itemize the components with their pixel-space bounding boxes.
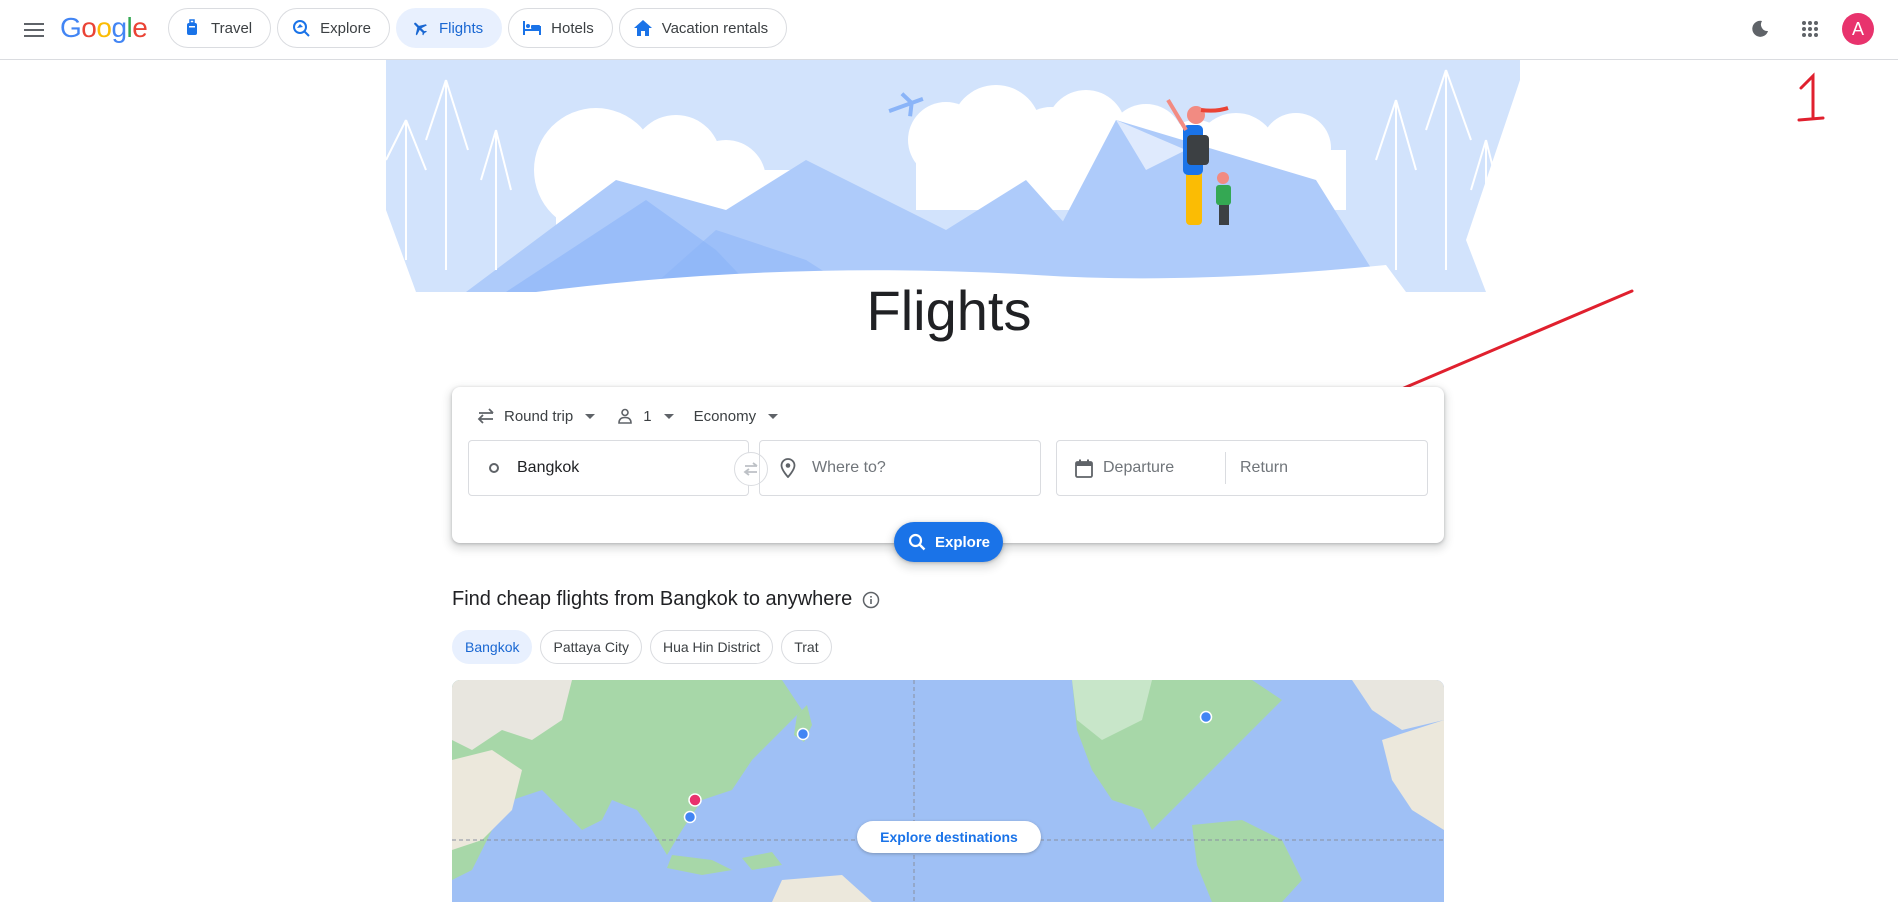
tab-flights-label: Flights bbox=[438, 19, 484, 37]
hotel-icon bbox=[523, 19, 542, 37]
tab-vacation-rentals-label: Vacation rentals bbox=[661, 19, 769, 37]
chevron-down-icon bbox=[663, 413, 674, 419]
dark-mode-toggle[interactable] bbox=[1742, 11, 1778, 47]
explore-destinations-button[interactable]: Explore destinations bbox=[857, 821, 1041, 853]
departure-date-field[interactable]: Departure bbox=[1057, 441, 1225, 495]
return-date-field[interactable]: Return bbox=[1240, 459, 1288, 477]
map-marker[interactable] bbox=[683, 810, 697, 824]
info-icon[interactable] bbox=[862, 591, 880, 609]
person-icon bbox=[615, 406, 635, 426]
calendar-icon bbox=[1075, 459, 1093, 478]
tab-explore-label: Explore bbox=[320, 19, 371, 37]
origin-circle-icon bbox=[489, 463, 499, 473]
map-marker[interactable] bbox=[796, 727, 810, 741]
trip-type-value: Round trip bbox=[504, 407, 574, 425]
explore-button-label: Explore bbox=[934, 533, 991, 551]
explore-search-button[interactable]: Explore bbox=[894, 522, 1003, 562]
departure-placeholder: Departure bbox=[1103, 459, 1175, 476]
cheap-flights-heading: Find cheap flights from Bangkok to anywh… bbox=[452, 588, 880, 611]
travel-nav-tabs: Travel Explore Flights Hotels Vacation r… bbox=[168, 8, 788, 48]
tab-flights[interactable]: Flights bbox=[395, 8, 503, 48]
flight-search-card: Round trip 1 Economy Bangkok Where to? D… bbox=[452, 387, 1444, 543]
tab-travel-label: Travel bbox=[211, 19, 253, 37]
map-marker-origin[interactable] bbox=[688, 793, 702, 807]
origin-value: Bangkok bbox=[517, 459, 580, 476]
moon-icon bbox=[1752, 20, 1768, 37]
travel-icon bbox=[183, 19, 201, 37]
tab-travel[interactable]: Travel bbox=[168, 8, 272, 48]
swap-arrows-icon bbox=[476, 406, 496, 426]
avatar[interactable]: A bbox=[1842, 13, 1874, 45]
top-bar: Google Travel Explore Flights Hotels Vac… bbox=[0, 0, 1898, 60]
date-range-field: Departure Return bbox=[1056, 440, 1428, 496]
tab-vacation-rentals[interactable]: Vacation rentals bbox=[618, 8, 788, 48]
return-placeholder: Return bbox=[1240, 459, 1289, 476]
main-menu-button[interactable] bbox=[18, 14, 50, 46]
home-icon bbox=[633, 19, 652, 37]
passengers-select[interactable]: 1 bbox=[615, 403, 674, 429]
chip-hua-hin-district[interactable]: Hua Hin District bbox=[649, 630, 774, 664]
origin-field[interactable]: Bangkok bbox=[468, 440, 749, 496]
tab-hotels-label: Hotels bbox=[551, 19, 594, 37]
chevron-down-icon bbox=[585, 413, 596, 419]
swap-icon bbox=[743, 462, 758, 476]
world-map-graphic bbox=[452, 680, 1444, 902]
date-divider bbox=[1225, 452, 1226, 484]
apps-grid-icon bbox=[1802, 21, 1818, 37]
location-pin-icon bbox=[780, 458, 796, 478]
google-apps-button[interactable] bbox=[1792, 11, 1828, 47]
map-marker[interactable] bbox=[1199, 710, 1213, 724]
account-area: A bbox=[1742, 11, 1874, 47]
tab-explore[interactable]: Explore bbox=[277, 8, 390, 48]
chip-trat[interactable]: Trat bbox=[781, 630, 832, 664]
search-options: Round trip 1 Economy bbox=[476, 403, 779, 429]
origin-city-chips: Bangkok Pattaya City Hua Hin District Tr… bbox=[452, 630, 832, 664]
explore-icon bbox=[292, 19, 310, 37]
destination-field[interactable]: Where to? bbox=[759, 440, 1041, 496]
destinations-map[interactable] bbox=[452, 680, 1444, 902]
chip-pattaya-city[interactable]: Pattaya City bbox=[540, 630, 642, 664]
google-logo[interactable]: Google bbox=[60, 12, 148, 44]
menu-icon bbox=[24, 23, 44, 37]
flight-icon bbox=[411, 19, 429, 37]
cabin-class-select[interactable]: Economy bbox=[694, 403, 779, 429]
destination-placeholder: Where to? bbox=[812, 459, 886, 476]
annotation-number bbox=[1797, 72, 1825, 122]
tab-hotels[interactable]: Hotels bbox=[508, 8, 613, 48]
chip-bangkok[interactable]: Bangkok bbox=[452, 630, 533, 664]
search-icon bbox=[907, 532, 927, 552]
cheap-flights-title: Find cheap flights from Bangkok to anywh… bbox=[452, 588, 853, 610]
trip-type-select[interactable]: Round trip bbox=[476, 403, 596, 429]
chevron-down-icon bbox=[768, 413, 779, 419]
flights-hero-illustration bbox=[386, 60, 1520, 292]
passengers-value: 1 bbox=[643, 407, 652, 425]
cabin-class-value: Economy bbox=[693, 407, 757, 425]
